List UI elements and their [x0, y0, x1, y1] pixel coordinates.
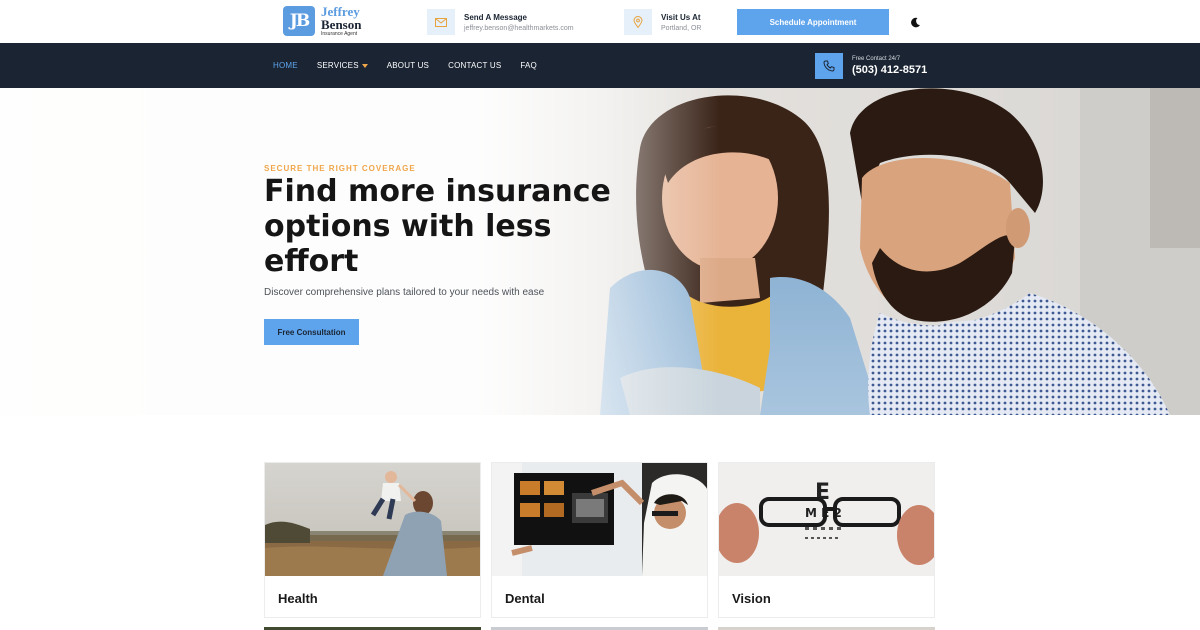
- card-dental[interactable]: Dental: [491, 462, 708, 618]
- nav-services-label: SERVICES: [316, 61, 359, 70]
- nav-services[interactable]: SERVICES: [317, 61, 368, 70]
- moon-icon[interactable]: [907, 14, 923, 30]
- message-email: jeffrey.benson@healthmarkets.com: [464, 24, 574, 32]
- hero-description: Discover comprehensive plans tailored to…: [264, 287, 545, 298]
- logo-last-name: Benson: [321, 17, 362, 32]
- nav-about-label: ABOUT US: [386, 61, 430, 70]
- phone-icon: [815, 53, 843, 79]
- top-header: JB Jeffrey Benson Insurance Agent Send A…: [0, 0, 1200, 43]
- nav-home-label: HOME: [273, 61, 298, 70]
- nav-faq-label: FAQ: [520, 61, 537, 70]
- vision-card-image: E M E 2: [719, 463, 934, 576]
- location-city: Portland, OR: [661, 24, 702, 32]
- nav-about-us[interactable]: ABOUT US: [387, 61, 429, 70]
- dental-card-image: [492, 463, 707, 576]
- logo-text: Jeffrey Benson Insurance Agent: [321, 5, 361, 37]
- free-consultation-button[interactable]: Free Consultation: [264, 319, 359, 345]
- card-health[interactable]: Health: [264, 462, 481, 618]
- schedule-appointment-button[interactable]: Schedule Appointment: [737, 9, 889, 35]
- message-contact[interactable]: Send A Message jeffrey.benson@healthmark…: [427, 9, 574, 35]
- nav-phone-contact[interactable]: Free Contact 24/7 (503) 412-8571: [815, 53, 927, 79]
- card-health-title: Health: [278, 591, 318, 606]
- nav-contact-us[interactable]: CONTACT US: [448, 61, 501, 70]
- phone-number[interactable]: (503) 412-8571: [852, 64, 927, 76]
- health-card-image: [265, 463, 480, 576]
- main-nav: HOME SERVICES ABOUT US CONTACT US FAQ Fr…: [0, 43, 1200, 88]
- card-dental-title: Dental: [505, 591, 545, 606]
- phone-label: Free Contact 24/7: [852, 56, 901, 62]
- nav-contact-label: CONTACT US: [448, 61, 502, 70]
- logo-subtitle: Insurance Agent: [321, 31, 358, 37]
- hero-section: SECURE THE RIGHT COVERAGE Find more insu…: [0, 88, 1200, 415]
- nav-faq[interactable]: FAQ: [520, 61, 537, 70]
- card-vision[interactable]: E M E 2 Vision: [718, 462, 935, 618]
- location-title: Visit Us At: [661, 12, 701, 22]
- map-pin-icon: [624, 9, 652, 35]
- card-vision-title: Vision: [732, 591, 771, 606]
- nav-links: HOME SERVICES ABOUT US CONTACT US FAQ: [273, 43, 537, 88]
- hero-title: Find more insurance options with less ef…: [264, 174, 611, 279]
- message-title: Send A Message: [464, 12, 527, 22]
- chevron-down-icon: [361, 63, 368, 68]
- hero-eyebrow: SECURE THE RIGHT COVERAGE: [264, 164, 416, 173]
- mail-icon: [427, 9, 455, 35]
- location-contact[interactable]: Visit Us At Portland, OR: [624, 9, 701, 35]
- logo-mark: JB: [283, 6, 315, 36]
- service-cards: Health Dental E M E 2 Vision: [264, 462, 935, 618]
- nav-home[interactable]: HOME: [273, 61, 298, 70]
- logo[interactable]: JB Jeffrey Benson Insurance Agent: [283, 5, 361, 37]
